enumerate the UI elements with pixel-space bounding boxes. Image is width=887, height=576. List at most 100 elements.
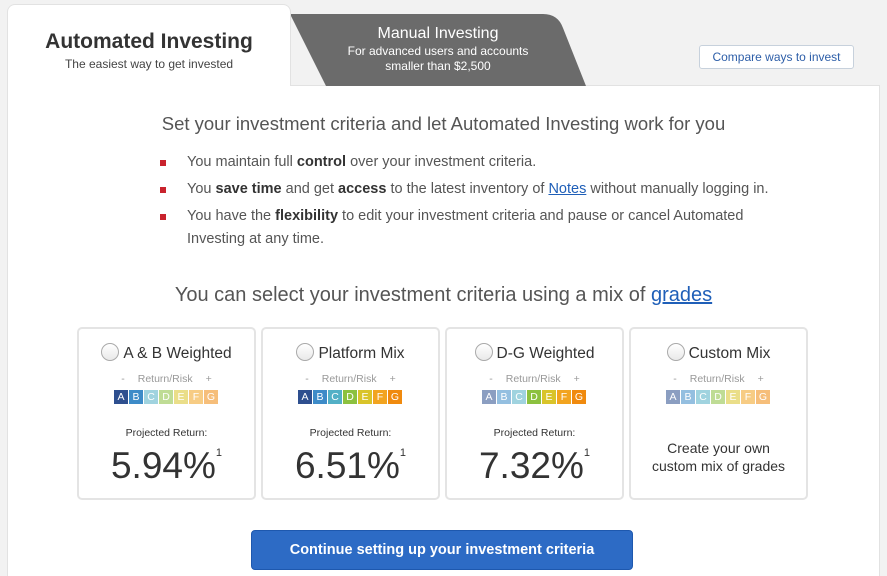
bullet-text: over your investment criteria. [346, 154, 537, 170]
projected-return-value: 7.32%1 [447, 445, 622, 487]
tab-manual-title: Manual Investing [377, 25, 499, 42]
plus-sign: + [205, 373, 212, 385]
grade-chip-c: C [696, 390, 710, 404]
grade-chip-f: F [373, 390, 387, 404]
grade-chip-g: G [572, 390, 586, 404]
benefits-list: You maintain full control over your inve… [160, 151, 800, 255]
continue-button[interactable]: Continue setting up your investment crit… [251, 530, 633, 570]
projected-return-label: Projected Return: [309, 427, 392, 439]
radio-button[interactable] [296, 343, 315, 361]
custom-line-2: custom mix of grades [651, 458, 786, 474]
mix-title-text: You can select your investment criteria … [174, 284, 651, 306]
bullet-text: to the latest inventory of [386, 181, 549, 197]
grade-chip-a: A [666, 390, 680, 404]
tab-automated-subtitle: The easiest way to get invested [64, 57, 234, 71]
grades-link[interactable]: grades [651, 284, 712, 306]
projected-return-label: Projected Return: [493, 427, 576, 439]
return-risk-text: Return/Risk [137, 373, 193, 385]
card-name-row: Platform Mix [263, 343, 438, 363]
projected-return-value: 5.94%1 [79, 445, 254, 487]
tab-manual-subtitle: For advanced users and accounts smaller … [290, 44, 586, 74]
grade-chip-e: E [358, 390, 372, 404]
projected-return-value: 6.51%1 [263, 445, 438, 487]
benefit-item-flexibility: You have the flexibility to edit your in… [160, 205, 800, 251]
card-name: Custom Mix [688, 345, 771, 362]
benefit-item-control: You maintain full control over your inve… [160, 151, 800, 174]
mix-title: You can select your investment criteria … [0, 284, 887, 307]
plus-sign: + [389, 373, 396, 385]
grade-chip-c: C [328, 390, 342, 404]
custom-line-1: Create your own [667, 440, 770, 456]
grade-chip-b: B [129, 390, 143, 404]
bullet-text: and get [281, 181, 339, 197]
bullet-bold: save time [215, 181, 282, 197]
radio-button[interactable] [666, 343, 685, 361]
footnote-marker: 1 [399, 447, 407, 459]
grade-chip-b: B [497, 390, 511, 404]
grade-chip-d: D [711, 390, 725, 404]
grade-chip-e: E [174, 390, 188, 404]
return-value: 6.51% [294, 445, 400, 486]
mix-card-dg-weighted[interactable]: D-G Weighted - Return/Risk + ABCDEFG Proje… [445, 327, 624, 500]
projected-return-label: Projected Return: [125, 427, 208, 439]
bullet-text: You have the [187, 208, 276, 224]
bullet-text: without manually logging in. [586, 181, 769, 197]
grade-strip: ABCDEFG [263, 390, 438, 404]
benefit-item-save-time: You save time and get access to the late… [160, 178, 800, 201]
grade-chip-d: D [527, 390, 541, 404]
radio-button[interactable] [101, 343, 120, 361]
grade-strip: ABCDEFG [631, 390, 806, 404]
grade-chip-c: C [144, 390, 158, 404]
card-name-row: D-G Weighted [447, 343, 622, 363]
tab-manual-subtitle-line2: smaller than $2,500 [385, 59, 491, 73]
bullet-text: You [187, 181, 216, 197]
return-risk-label: - Return/Risk + [631, 373, 806, 385]
mix-card-ab-weighted[interactable]: A & B Weighted - Return/Risk + ABCDEFG Pro… [77, 327, 256, 500]
grade-chip-d: D [159, 390, 173, 404]
compare-ways-button[interactable]: Compare ways to invest [699, 45, 854, 69]
plus-sign: + [757, 373, 764, 385]
grade-chip-e: E [726, 390, 740, 404]
minus-sign: - [305, 373, 309, 385]
bullet-text: You maintain full [187, 154, 297, 170]
minus-sign: - [489, 373, 493, 385]
grade-chip-a: A [114, 390, 128, 404]
grade-chip-g: G [756, 390, 770, 404]
card-name: Platform Mix [318, 345, 405, 362]
return-risk-label: - Return/Risk + [263, 373, 438, 385]
return-risk-label: - Return/Risk + [79, 373, 254, 385]
grade-chip-e: E [542, 390, 556, 404]
grade-strip: ABCDEFG [447, 390, 622, 404]
tab-manual-subtitle-line1: For advanced users and accounts [347, 44, 529, 58]
tab-manual-investing[interactable]: Manual Investing For advanced users and … [290, 14, 586, 86]
mix-card-custom-mix[interactable]: Custom Mix - Return/Risk + ABCDEFG Create … [629, 327, 808, 500]
tab-automated-investing[interactable]: Automated Investing The easiest way to g… [7, 4, 291, 86]
grade-chip-b: B [681, 390, 695, 404]
grade-chip-d: D [343, 390, 357, 404]
bullet-square-icon [160, 160, 166, 166]
card-name: D-G Weighted [496, 345, 595, 362]
grade-chip-a: A [482, 390, 496, 404]
notes-link[interactable]: Notes [548, 181, 586, 197]
mix-card-platform-mix[interactable]: Platform Mix - Return/Risk + ABCDEFG Proje… [261, 327, 440, 500]
radio-button[interactable] [474, 343, 493, 361]
custom-mix-description: Create your own custom mix of grades [631, 439, 806, 475]
grade-strip: ABCDEFG [79, 390, 254, 404]
grade-chip-c: C [512, 390, 526, 404]
minus-sign: - [121, 373, 125, 385]
return-risk-text: Return/Risk [505, 373, 561, 385]
bullet-square-icon [160, 214, 166, 220]
card-name-row: A & B Weighted [79, 343, 254, 363]
bullet-bold: flexibility [275, 208, 339, 224]
plus-sign: + [573, 373, 580, 385]
bullet-square-icon [160, 187, 166, 193]
grade-chip-f: F [189, 390, 203, 404]
grade-chip-b: B [313, 390, 327, 404]
page-headline: Set your investment criteria and let Aut… [161, 113, 726, 134]
grade-chip-g: G [388, 390, 402, 404]
footnote-marker: 1 [583, 447, 591, 459]
return-risk-text: Return/Risk [689, 373, 745, 385]
card-name: A & B Weighted [123, 345, 232, 362]
return-risk-text: Return/Risk [321, 373, 377, 385]
grade-chip-a: A [298, 390, 312, 404]
